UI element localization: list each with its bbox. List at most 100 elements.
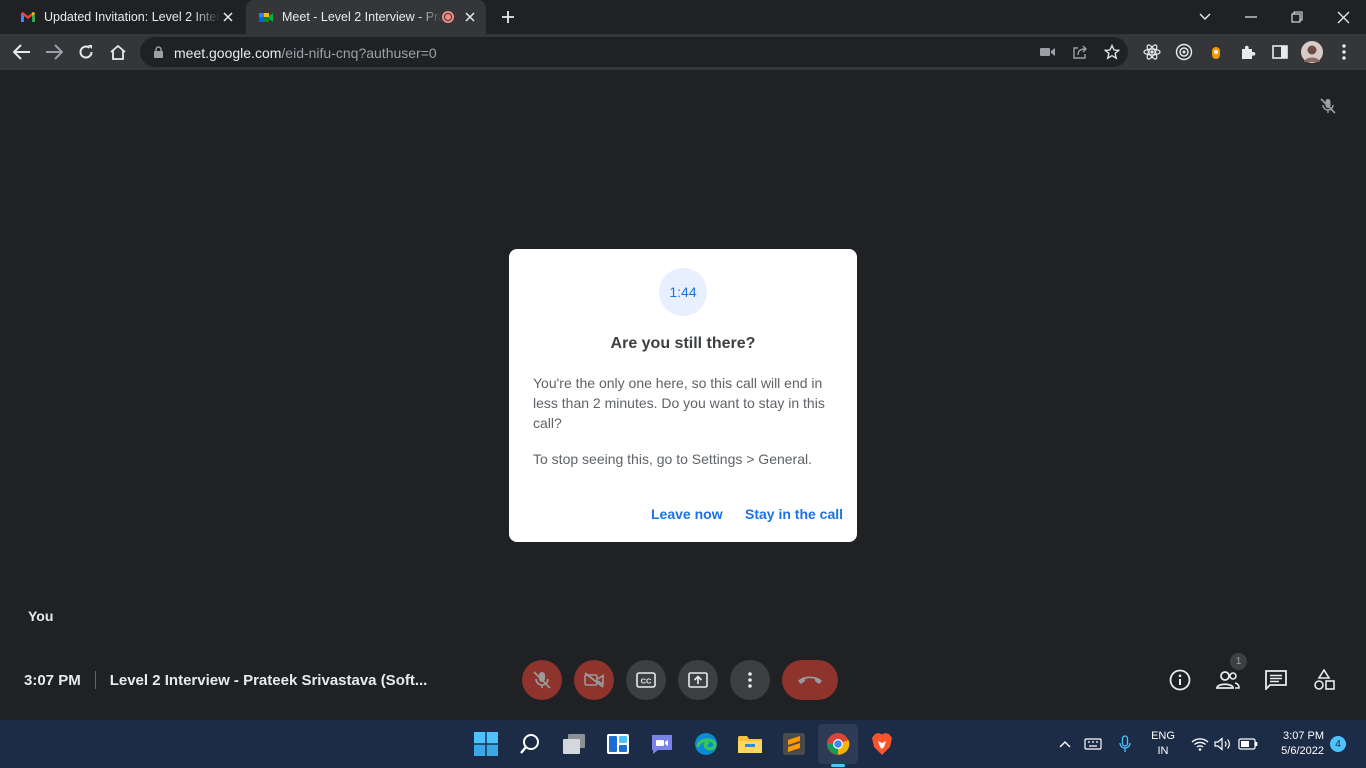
file-explorer-button[interactable] [736,730,764,758]
mic-muted-indicator-icon [1320,98,1336,119]
brave-browser-button[interactable] [868,730,896,758]
back-icon[interactable] [12,42,32,62]
teams-chat-button[interactable] [648,730,676,758]
stay-in-call-button[interactable]: Stay in the call [745,506,843,522]
sublime-text-button[interactable] [780,730,808,758]
lock-icon[interactable] [154,46,163,58]
camera-in-use-icon[interactable] [1038,42,1058,62]
self-tile-label: You [28,608,54,624]
activities-button[interactable] [1312,668,1336,692]
countdown-timer: 1:44 [659,268,707,316]
meeting-details-button[interactable] [1168,668,1192,692]
browser-toolbar: meet.google.com/eid-nifu-cnq?authuser=0 [0,34,1366,70]
chrome-menu-icon[interactable] [1334,42,1354,62]
mic-in-use-tray-icon[interactable] [1115,734,1135,754]
minimize-icon[interactable] [1228,0,1274,34]
meeting-details: 3:07 PM Level 2 Interview - Prateek Sriv… [24,670,427,690]
camera-toggle-button[interactable] [574,660,614,700]
windows-taskbar: ENG IN 3:07 PM 5/6/2022 4 [0,720,1366,768]
meeting-clock: 3:07 PM [24,671,81,689]
folder-icon [738,736,762,753]
edge-browser-button[interactable] [692,730,720,758]
widgets-button[interactable] [604,730,632,758]
people-button[interactable] [1216,668,1240,692]
edge-icon [695,733,717,755]
input-language-indicator[interactable]: ENG IN [1146,729,1180,759]
clock-date: 5/6/2022 [1281,745,1324,757]
chat-camera-icon [652,735,672,754]
people-icon [1216,671,1240,689]
info-icon [1169,669,1191,691]
dialog-settings-hint: To stop seeing this, go to Settings > Ge… [533,451,813,467]
camera-off-icon [584,672,604,688]
recording-icon [442,11,454,23]
chrome-icon [827,733,850,755]
screen-recorder-extension-icon[interactable] [1174,42,1194,62]
battery-icon[interactable] [1238,734,1258,754]
chat-icon [1265,670,1287,690]
new-tab-icon[interactable] [499,8,517,26]
microphone-toggle-button[interactable] [522,660,562,700]
tab-gmail-invitation[interactable]: Updated Invitation: Level 2 Interview - … [8,0,244,34]
home-icon[interactable] [108,42,128,62]
brave-icon [872,733,892,755]
bookmark-star-icon[interactable] [1102,42,1122,62]
wifi-icon[interactable] [1190,734,1210,754]
more-options-button[interactable] [730,660,770,700]
tab-title: Meet - Level 2 Interview - Prateek Sriva… [282,10,442,24]
captions-button[interactable]: CC [626,660,666,700]
chevron-up-icon [1059,741,1071,748]
activities-shapes-icon [1314,669,1335,690]
dialog-title: Are you still there? [610,335,756,352]
close-window-icon[interactable] [1320,0,1366,34]
keyboard-icon [1084,738,1102,750]
profile-avatar[interactable] [1301,41,1323,63]
notification-count-badge[interactable]: 4 [1330,736,1346,752]
chat-button[interactable] [1264,668,1288,692]
tab-close-icon[interactable] [462,9,478,25]
gmail-icon [21,12,35,22]
extension-orange-icon[interactable] [1206,42,1226,62]
search-icon [520,734,539,754]
chrome-taskbar-button[interactable] [824,730,852,758]
dialog-body: You're the only one here, so this call w… [533,375,825,431]
share-icon[interactable] [1070,42,1090,62]
restore-icon[interactable] [1274,0,1320,34]
show-hidden-icons-chevron[interactable] [1055,734,1075,754]
region-code: IN [1157,745,1169,757]
reload-icon[interactable] [76,42,96,62]
windows-logo-icon [474,732,498,756]
volume-icon[interactable] [1213,734,1233,754]
tab-title: Updated Invitation: Level 2 Interview - … [44,10,220,24]
system-clock[interactable]: 3:07 PM 5/6/2022 [1262,729,1324,759]
tab-google-meet[interactable]: Meet - Level 2 Interview - Prateek Sriva… [246,0,486,34]
taskbar-search-button[interactable] [516,730,544,758]
more-vert-icon [748,672,752,688]
meeting-title: Level 2 Interview - Prateek Srivastava (… [109,671,428,689]
start-button[interactable] [472,730,500,758]
widgets-icon [607,734,629,754]
still-there-dialog: 1:44 Are you still there? You're the onl… [509,249,857,542]
side-panel-icon[interactable] [1270,42,1290,62]
tab-search-chevron-icon[interactable] [1182,0,1228,34]
leave-call-button[interactable] [782,660,838,700]
call-end-icon [798,676,822,684]
tab-strip: Updated Invitation: Level 2 Interview - … [0,0,1366,34]
present-screen-button[interactable] [678,660,718,700]
touch-keyboard-button[interactable] [1083,734,1103,754]
address-bar[interactable]: meet.google.com/eid-nifu-cnq?authuser=0 [140,37,1128,67]
divider [94,671,96,689]
sublime-text-icon [783,733,805,755]
url-text: meet.google.com/eid-nifu-cnq?authuser=0 [174,45,437,61]
mic-off-icon [533,671,551,689]
tab-close-icon[interactable] [220,9,236,25]
leave-now-button[interactable]: Leave now [651,506,723,522]
forward-icon[interactable] [44,42,64,62]
present-icon [688,672,708,688]
closed-captions-icon: CC [636,672,656,688]
react-devtools-icon[interactable] [1142,42,1162,62]
svg-text:CC: CC [641,677,652,686]
task-view-button[interactable] [560,730,588,758]
extensions-puzzle-icon[interactable] [1238,42,1258,62]
clock-time: 3:07 PM [1283,730,1324,742]
